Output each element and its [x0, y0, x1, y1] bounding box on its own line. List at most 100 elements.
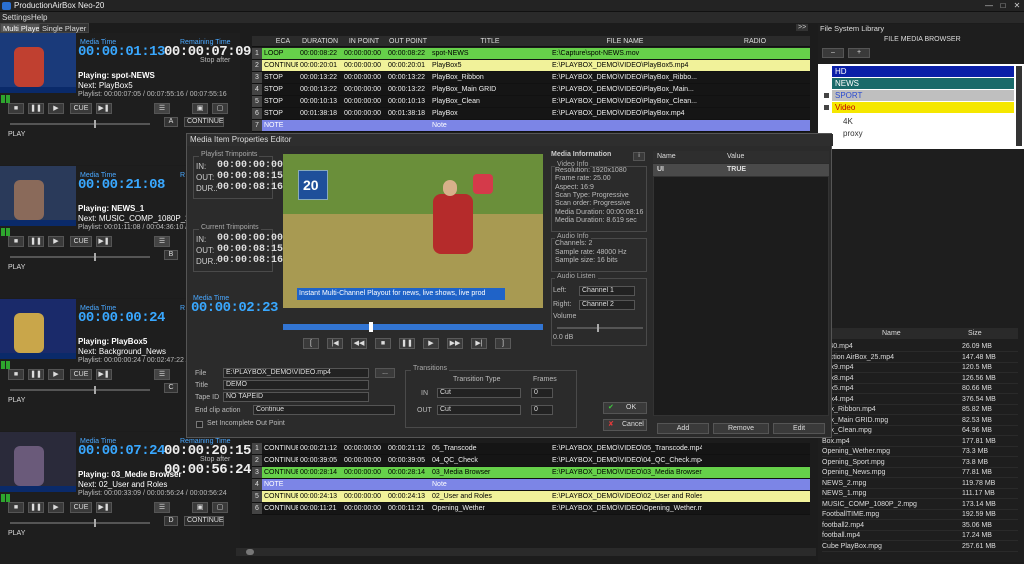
skip-button[interactable]: ▶❚ [96, 103, 112, 114]
file-row[interactable]: football2.mp4 35.06 MB [822, 520, 1018, 531]
playlist-row[interactable]: 7 NOTE Note [252, 120, 810, 132]
in-frames-field[interactable]: 0 [531, 388, 553, 398]
folder-4k[interactable]: 4K [840, 116, 1010, 127]
rewind-icon[interactable]: ◀◀ [351, 338, 367, 349]
playlist-row[interactable]: 2 CONTINUE 00:00:20:01 00:00:00:00 00:00:20:… [252, 60, 810, 72]
file-row[interactable]: NEWS_2.mpg 119.78 MB [822, 478, 1018, 489]
pause-button[interactable]: ❚❚ [28, 502, 44, 513]
playlist-row[interactable]: 3 STOP 00:00:13:22 00:00:00:00 00:00:13:22 Pl… [252, 72, 810, 84]
out-transition-select[interactable]: Cut [437, 405, 521, 415]
file-row[interactable]: Opening_News.mpg 77.81 MB [822, 467, 1018, 478]
play-button[interactable]: ▶ [48, 236, 64, 247]
expand-toggle-icon[interactable] [824, 105, 829, 110]
playlist-scrollbar[interactable] [236, 548, 816, 556]
skip-button[interactable]: ▶❚ [96, 369, 112, 380]
file-row[interactable]: Box5.mp4 80.66 MB [822, 383, 1018, 394]
folder-sport[interactable]: SPORT [832, 90, 1014, 101]
playlist-row[interactable]: 4 NOTE Note [252, 479, 810, 491]
remove-property-button[interactable]: Remove [713, 423, 769, 434]
folder-video[interactable]: Video [832, 102, 1014, 113]
stop-button[interactable]: ■ [8, 369, 24, 380]
volume-slider-thumb[interactable] [94, 519, 96, 527]
in-transition-select[interactable]: Cut [437, 388, 521, 398]
cue-button[interactable]: CUE [70, 502, 92, 513]
go-end-icon[interactable]: ▶| [471, 338, 487, 349]
folder-hd[interactable]: HD [832, 66, 1014, 77]
tape-id-field[interactable]: NO TAPEID [223, 392, 369, 402]
info-button[interactable]: i [633, 152, 645, 161]
stop-button[interactable]: ■ [8, 103, 24, 114]
file-row[interactable]: Box4.mp4 376.54 MB [822, 394, 1018, 405]
mark-in-icon[interactable]: [ [303, 338, 319, 349]
volume-slider-thumb[interactable] [94, 120, 96, 128]
folder-news[interactable]: NEWS [832, 78, 1014, 89]
file-row[interactable]: Box8.mp4 126.56 MB [822, 373, 1018, 384]
minimize-icon[interactable]: — [982, 1, 996, 11]
cue-button[interactable]: CUE [70, 236, 92, 247]
playlist-row[interactable]: 3 CONTINUE 00:00:28:14 00:00:00:00 00:00:28:… [252, 467, 810, 479]
volume-slider-thumb[interactable] [597, 324, 599, 332]
timeline-playhead[interactable] [369, 322, 373, 332]
folder-proxy[interactable]: proxy [840, 128, 1010, 139]
file-row[interactable]: FootballTIME.mpg 192.59 MB [822, 509, 1018, 520]
file-row[interactable]: Box_Clean.mpg 64.96 MB [822, 425, 1018, 436]
clear-icon[interactable]: ▢ [212, 103, 228, 114]
options-button[interactable]: ☰ [154, 103, 170, 114]
file-row[interactable]: Box_Main GRID.mpg 82.53 MB [822, 415, 1018, 426]
props-row[interactable]: UI TRUE [653, 164, 829, 176]
volume-slider[interactable] [557, 327, 643, 329]
volume-slider-thumb[interactable] [94, 386, 96, 394]
menu-settings[interactable]: Settings [2, 13, 31, 22]
clear-icon[interactable]: ▢ [212, 502, 228, 513]
playlist-row[interactable]: 2 CONTINUE 00:00:39:05 00:00:00:00 00:00:39:… [252, 455, 810, 467]
library-add-button[interactable]: + [848, 48, 870, 58]
skip-button[interactable]: ▶❚ [96, 236, 112, 247]
skip-button[interactable]: ▶❚ [96, 502, 112, 513]
title-field[interactable]: DEMO [223, 380, 369, 390]
menu-help[interactable]: Help [31, 13, 47, 22]
volume-slider[interactable] [10, 123, 150, 125]
file-row[interactable]: Box.mp4 177.81 MB [822, 436, 1018, 447]
file-row[interactable]: Box_Ribbon.mp4 85.82 MB [822, 404, 1018, 415]
tab-single-player[interactable]: Single Player [39, 23, 90, 33]
maximize-icon[interactable]: □ [996, 1, 1010, 11]
edit-property-button[interactable]: Edit [773, 423, 825, 434]
volume-slider[interactable] [10, 522, 150, 524]
fast-forward-icon[interactable]: ▶▶ [447, 338, 463, 349]
cue-button[interactable]: CUE [70, 369, 92, 380]
pause-icon[interactable]: ❚❚ [399, 338, 415, 349]
playlist-row[interactable]: 6 STOP 00:01:38:18 00:00:00:00 00:01:38:18 Pl… [252, 108, 810, 120]
file-row[interactable]: MUSIC_COMP_1080P_2.mpg 173.14 MB [822, 499, 1018, 510]
volume-slider[interactable] [10, 256, 150, 258]
playlist-row[interactable]: 5 CONTINUE 00:00:24:13 00:00:00:00 00:00:24:… [252, 491, 810, 503]
playlist-row[interactable]: 1 LOOP 00:00:08:22 00:00:00:00 00:00:08:22 sp… [252, 48, 810, 60]
file-row[interactable]: Opening_Sport.mpg 73.8 MB [822, 457, 1018, 468]
tree-scrollbar[interactable] [1016, 66, 1022, 146]
stop-icon[interactable]: ■ [375, 338, 391, 349]
playlist-row[interactable]: 6 CONTINUE 00:00:11:21 00:00:00:00 00:00:11:… [252, 503, 810, 515]
add-property-button[interactable]: Add [657, 423, 709, 434]
expand-button[interactable]: >> [796, 24, 809, 31]
playlist-row[interactable]: 4 STOP 00:00:13:22 00:00:00:00 00:00:13:22 Pl… [252, 84, 810, 96]
stop-button[interactable]: ■ [8, 502, 24, 513]
options-button[interactable]: ☰ [154, 369, 170, 380]
scrollbar-thumb[interactable] [246, 549, 254, 555]
pause-button[interactable]: ❚❚ [28, 103, 44, 114]
left-channel-select[interactable]: Channel 1 [579, 286, 635, 296]
ok-button[interactable]: ✔ OK [603, 402, 647, 414]
play-button[interactable]: ▶ [48, 103, 64, 114]
save-icon[interactable]: ▣ [192, 502, 208, 513]
go-start-icon[interactable]: |◀ [327, 338, 343, 349]
options-button[interactable]: ☰ [154, 236, 170, 247]
stop-button[interactable]: ■ [8, 236, 24, 247]
browse-button[interactable]: ... [375, 368, 395, 378]
pause-button[interactable]: ❚❚ [28, 369, 44, 380]
close-icon[interactable]: ✕ [1010, 1, 1024, 11]
volume-slider-thumb[interactable] [94, 253, 96, 261]
file-row[interactable]: y_40.mp4 26.09 MB [822, 341, 1018, 352]
end-action-select[interactable]: CONTINUE [184, 117, 224, 127]
play-icon[interactable]: ▶ [423, 338, 439, 349]
cue-button[interactable]: CUE [70, 103, 92, 114]
file-row[interactable]: duction AirBox_25.mp4 147.48 MB [822, 352, 1018, 363]
file-row[interactable]: Opening_Wether.mpg 73.3 MB [822, 446, 1018, 457]
